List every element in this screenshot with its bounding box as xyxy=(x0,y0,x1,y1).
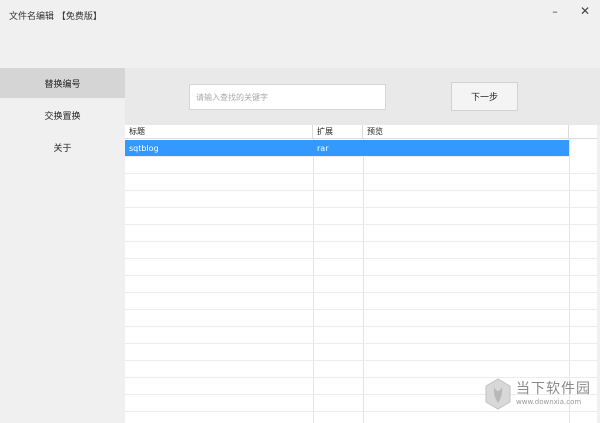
title-bar: 文件名编辑 【免费版】 – ✕ xyxy=(0,0,600,68)
table-row[interactable] xyxy=(125,276,597,293)
column-header-title[interactable]: 标题 xyxy=(125,125,313,139)
table-row[interactable] xyxy=(125,174,597,191)
column-header-preview[interactable]: 预览 xyxy=(363,125,569,139)
next-step-button[interactable]: 下一步 xyxy=(451,82,518,111)
watermark-url: www.downxia.com xyxy=(516,398,582,406)
table-row[interactable] xyxy=(125,327,597,344)
watermark-name: 当下软件园 xyxy=(516,381,591,397)
table-row[interactable] xyxy=(125,191,597,208)
table-row[interactable] xyxy=(125,310,597,327)
table-row[interactable] xyxy=(125,208,597,225)
table-header: 标题 扩展 预览 xyxy=(125,125,597,139)
table-row[interactable] xyxy=(125,293,597,310)
table-row[interactable] xyxy=(125,157,597,174)
window-title: 文件名编辑 【免费版】 xyxy=(9,12,102,22)
sidebar-item-label: 关于 xyxy=(53,143,72,154)
column-header-extension[interactable]: 扩展 xyxy=(313,125,363,139)
table-row[interactable] xyxy=(125,259,597,276)
cell-extension: rar xyxy=(317,144,329,153)
minimize-button[interactable]: – xyxy=(546,4,564,18)
sidebar-item-about[interactable]: 关于 xyxy=(0,132,125,162)
downxia-logo-icon xyxy=(485,378,511,410)
close-button[interactable]: ✕ xyxy=(576,4,594,18)
toolbar: 下一步 xyxy=(125,68,600,125)
sidebar: 替换编号 交换置换 关于 xyxy=(0,68,125,423)
table-row[interactable]: sqtblog rar xyxy=(125,140,569,157)
sidebar-item-swap-replace[interactable]: 交换置换 xyxy=(0,100,125,130)
watermark: 当下软件园 www.downxia.com xyxy=(484,376,594,416)
sidebar-item-replace-number[interactable]: 替换编号 xyxy=(0,68,125,98)
table-row[interactable] xyxy=(125,344,597,361)
sidebar-item-label: 交换置换 xyxy=(44,111,81,122)
search-input[interactable] xyxy=(189,84,386,110)
cell-title: sqtblog xyxy=(129,144,159,153)
cell-preview xyxy=(363,140,569,157)
sidebar-item-label: 替换编号 xyxy=(44,79,81,90)
table-row[interactable] xyxy=(125,242,597,259)
table-row[interactable] xyxy=(125,225,597,242)
